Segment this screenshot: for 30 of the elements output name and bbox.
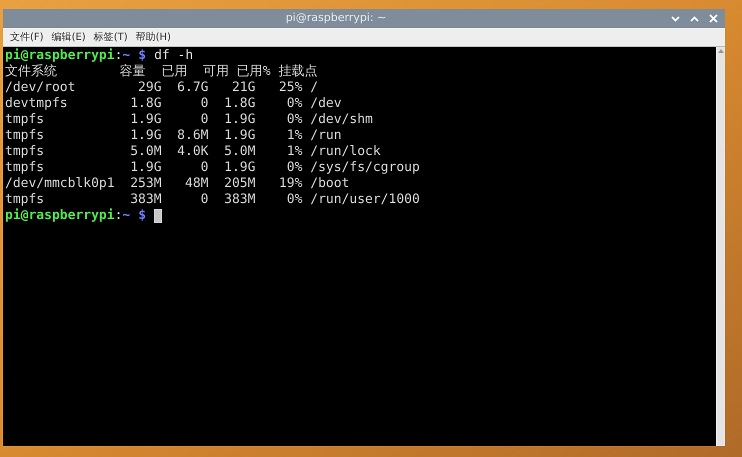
chevron-up-icon [690, 16, 698, 22]
prompt-separator: : [114, 208, 122, 224]
close-button[interactable] [707, 12, 719, 24]
output-line: tmpfs 383M 0 383M 0% /run/user/1000 [5, 192, 420, 208]
output-line: /dev/mmcblk0p1 253M 48M 205M 19% /boot [5, 176, 350, 192]
menu-item[interactable]: 标签(T) [90, 30, 131, 44]
scrollbar[interactable] [716, 47, 725, 446]
output-line: tmpfs 1.9G 0 1.9G 0% /sys/fs/cgroup [5, 160, 420, 176]
output-line: tmpfs 1.9G 8.6M 1.9G 1% /run [5, 128, 342, 144]
chevron-down-icon [670, 16, 680, 22]
output-line: devtmpfs 1.8G 0 1.8G 0% /dev [5, 96, 342, 112]
prompt-path: ~ [122, 208, 130, 224]
text-cursor [154, 209, 162, 223]
output-line: tmpfs 1.9G 0 1.9G 0% /dev/shm [5, 112, 373, 128]
scroll-up-icon [718, 49, 724, 53]
output-line: tmpfs 5.0M 4.0K 5.0M 1% /run/lock [5, 144, 381, 160]
command-text: df -h [154, 48, 194, 64]
menu-item[interactable]: 文件(F) [7, 30, 47, 44]
close-icon [708, 14, 718, 23]
prompt-user-host: pi@raspberrypi [5, 48, 115, 64]
menu-item[interactable]: 帮助(H) [132, 30, 174, 44]
window-title: pi@raspberrypi: ~ [286, 10, 386, 26]
prompt-symbol: $ [138, 48, 146, 64]
menu-item[interactable]: 编辑(E) [48, 30, 89, 44]
output-line: /dev/root 29G 6.7G 21G 25% / [5, 80, 318, 96]
output-line: 文件系统 容量 已用 可用 已用% 挂载点 [5, 64, 318, 80]
prompt-symbol: $ [138, 208, 146, 224]
prompt-path: ~ [122, 48, 130, 64]
prompt-separator: : [114, 48, 122, 64]
prompt-user-host: pi@raspberrypi [5, 208, 115, 224]
